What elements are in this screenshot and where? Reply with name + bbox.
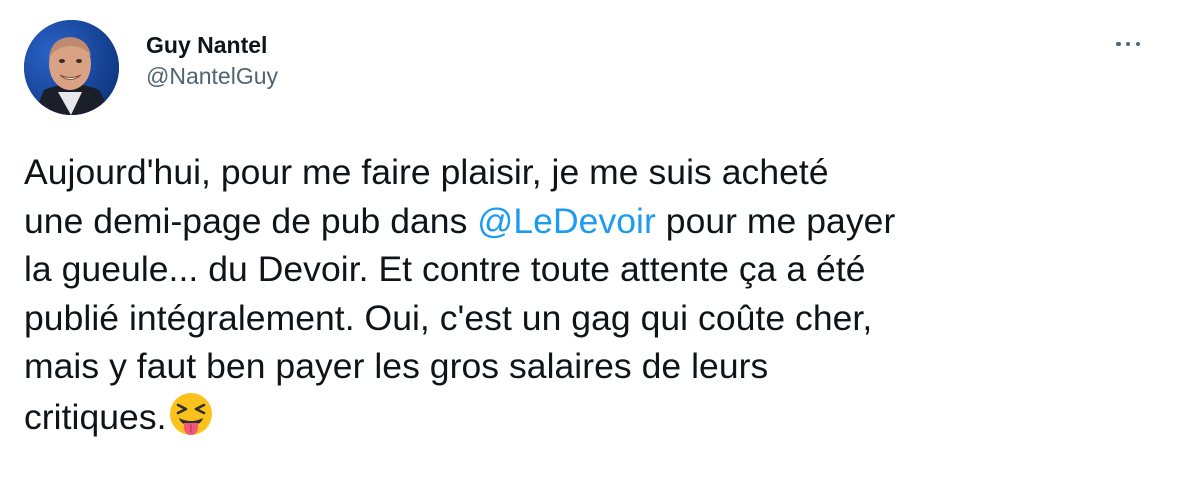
tweet-line: Aujourd'hui, pour me faire plaisir, je m… [24,152,829,192]
more-dot [1125,41,1131,47]
tweet-text-segment: pour me payer [655,200,896,241]
tweet-line: publié intégralement. Oui, c'est un gag … [24,297,873,338]
more-dot [1116,41,1121,47]
tweet-text-segment: critiques. [24,396,167,437]
avatar[interactable] [24,20,119,115]
mention-link[interactable]: @LeDevoir [477,201,656,241]
author-info: Guy Nantel @NantelGuy [146,30,278,92]
squinting-face-with-tongue-icon [169,392,212,435]
more-options-icon[interactable] [1116,34,1140,54]
tweet-card: Guy Nantel @NantelGuy Aujourd'hui, pour … [0,0,1178,504]
display-name[interactable]: Guy Nantel [146,30,278,60]
tweet-text: Aujourd'hui, pour me faire plaisir, je m… [24,148,1144,441]
tweet-text-segment: une demi-page de pub dans [24,200,478,241]
avatar-image [24,20,119,115]
more-dot [1135,41,1140,47]
tweet-line: critiques. [24,391,1144,442]
tweet-line: mais y faut ben payer les gros salaires … [24,346,769,386]
user-handle[interactable]: @NantelGuy [146,60,278,92]
tweet-line: une demi-page de pub dans @LeDevoir pour… [24,197,1144,246]
tweet-line: la gueule... du Devoir. Et contre toute … [24,249,866,289]
